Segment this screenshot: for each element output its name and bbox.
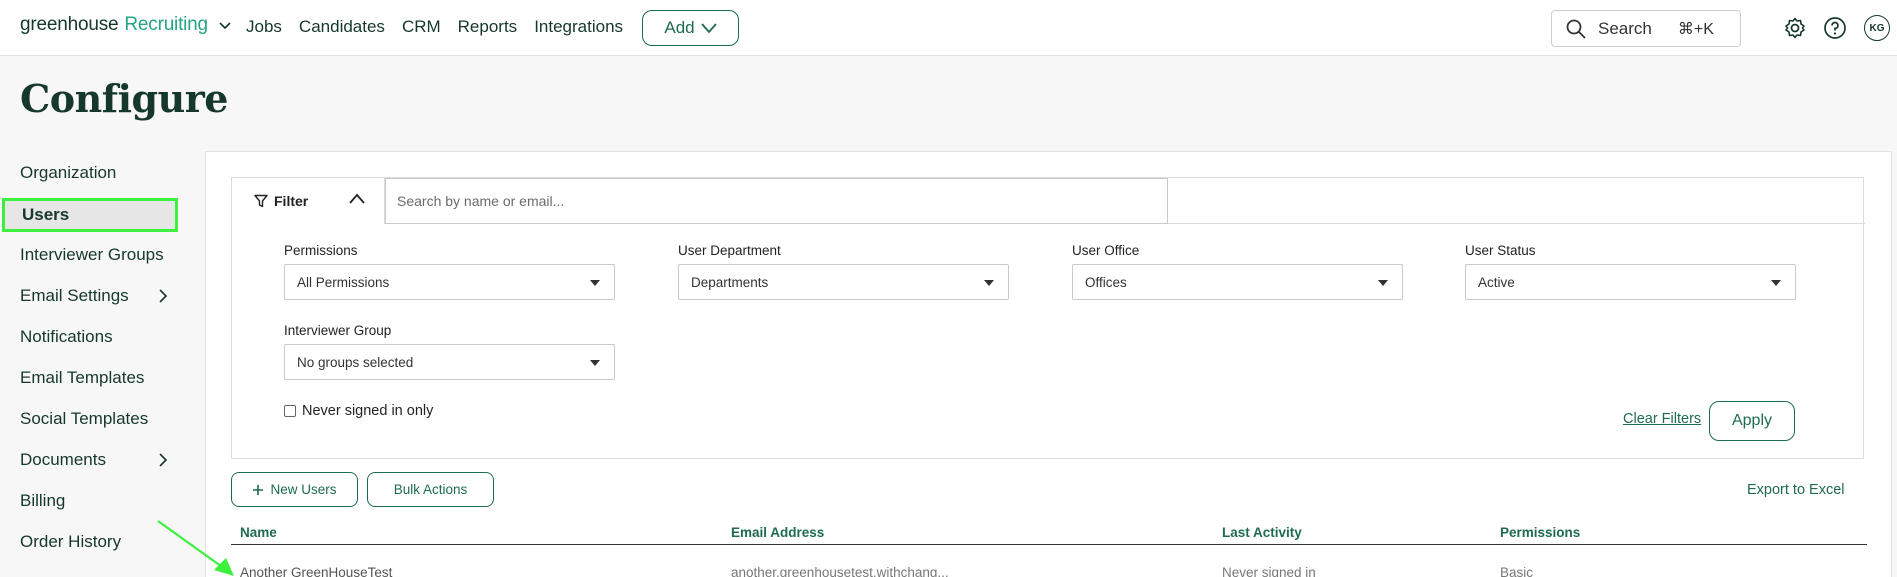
chevron-up-icon[interactable] bbox=[348, 192, 366, 206]
department-label: User Department bbox=[678, 243, 781, 258]
caret-down-icon bbox=[1771, 280, 1781, 286]
sidebar-item-billing[interactable]: Billing bbox=[0, 484, 180, 518]
sidebar-item-label: Documents bbox=[20, 450, 106, 469]
add-button-label: Add bbox=[664, 18, 695, 37]
bulk-actions-label: Bulk Actions bbox=[393, 482, 468, 497]
sidebar-item-documents[interactable]: Documents bbox=[0, 443, 180, 477]
interviewer-group-select[interactable]: No groups selected bbox=[284, 344, 615, 380]
never-signed-in-checkbox[interactable]: Never signed in only bbox=[284, 403, 433, 419]
sidebar-item-social-templates[interactable]: Social Templates bbox=[0, 402, 180, 436]
page-title: Configure bbox=[20, 76, 228, 121]
filter-divider bbox=[1168, 178, 1865, 224]
new-users-label: New Users bbox=[270, 482, 337, 497]
sidebar-item-label: Order History bbox=[20, 532, 122, 551]
sidebar-item-organization[interactable]: Organization bbox=[0, 156, 180, 190]
sidebar-item-label: Email Templates bbox=[20, 368, 145, 387]
search-input[interactable] bbox=[385, 178, 1168, 224]
sidebar-item-label: Notifications bbox=[20, 327, 113, 346]
search-icon bbox=[1566, 19, 1586, 39]
user-permissions: Basic bbox=[1500, 565, 1534, 577]
caret-down-icon bbox=[984, 280, 994, 286]
checkbox-box[interactable] bbox=[284, 405, 296, 417]
sidebar-item-label: Billing bbox=[20, 491, 66, 510]
department-value: Departments bbox=[691, 274, 769, 290]
user-name-link[interactable]: Another GreenHouseTest bbox=[240, 565, 392, 577]
search-label: Search bbox=[1598, 18, 1652, 38]
sidebar-item-label: Social Templates bbox=[20, 409, 149, 428]
users-panel: Filter Permissions All Permissions User … bbox=[205, 151, 1892, 577]
never-signed-in-label: Never signed in only bbox=[302, 403, 434, 419]
nav-integrations[interactable]: Integrations bbox=[534, 17, 623, 37]
main-nav: Jobs Candidates CRM Reports Integrations bbox=[246, 17, 640, 37]
add-button[interactable]: Add bbox=[642, 10, 739, 46]
apply-button[interactable]: Apply bbox=[1709, 401, 1795, 441]
permissions-value: All Permissions bbox=[297, 274, 390, 290]
search-shortcut: ⌘+K bbox=[1677, 20, 1714, 38]
help-icon[interactable] bbox=[1823, 16, 1847, 40]
logo-main-text: greenhouse bbox=[20, 14, 119, 35]
interviewer-group-label: Interviewer Group bbox=[284, 323, 392, 338]
plus-icon bbox=[253, 484, 264, 495]
sidebar-item-email-templates[interactable]: Email Templates bbox=[0, 361, 180, 395]
user-last-activity: Never signed in bbox=[1222, 565, 1316, 577]
caret-down-icon bbox=[590, 360, 600, 366]
chevron-down-icon[interactable] bbox=[218, 18, 232, 32]
nav-reports[interactable]: Reports bbox=[458, 17, 518, 37]
column-header-permissions[interactable]: Permissions bbox=[1500, 525, 1580, 540]
column-header-last-activity[interactable]: Last Activity bbox=[1222, 525, 1302, 540]
logo-product-text: Recruiting bbox=[124, 14, 208, 35]
office-value: Offices bbox=[1085, 274, 1127, 290]
avatar[interactable]: KG bbox=[1864, 15, 1890, 41]
sidebar-item-notifications[interactable]: Notifications bbox=[0, 320, 180, 354]
department-select[interactable]: Departments bbox=[678, 264, 1009, 300]
status-label: User Status bbox=[1465, 243, 1536, 258]
column-header-name[interactable]: Name bbox=[240, 525, 277, 540]
sidebar-item-label: Email Settings bbox=[20, 286, 129, 305]
filter-panel: Filter Permissions All Permissions User … bbox=[231, 177, 1865, 459]
filter-icon bbox=[254, 194, 268, 208]
nav-crm[interactable]: CRM bbox=[402, 17, 441, 37]
clear-filters-link[interactable]: Clear Filters bbox=[1623, 411, 1701, 427]
status-value: Active bbox=[1478, 274, 1515, 290]
sidebar-item-interviewer-groups[interactable]: Interviewer Groups bbox=[0, 238, 180, 272]
filter-tab-label: Filter bbox=[274, 193, 309, 209]
app-logo[interactable]: greenhouse Recruiting bbox=[20, 14, 232, 36]
new-users-button[interactable]: New Users bbox=[231, 472, 358, 507]
caret-down-icon bbox=[1378, 280, 1388, 286]
sidebar-item-email-settings[interactable]: Email Settings bbox=[0, 279, 180, 313]
column-header-email[interactable]: Email Address bbox=[731, 525, 824, 540]
office-select[interactable]: Offices bbox=[1072, 264, 1403, 300]
sidebar-item-label: Users bbox=[22, 205, 70, 224]
caret-down-icon bbox=[590, 280, 600, 286]
nav-candidates[interactable]: Candidates bbox=[299, 17, 385, 37]
chevron-down-icon bbox=[700, 23, 717, 34]
gear-icon[interactable] bbox=[1783, 16, 1807, 40]
export-to-excel-link[interactable]: Export to Excel bbox=[1747, 482, 1845, 498]
bulk-actions-button[interactable]: Bulk Actions bbox=[367, 472, 494, 507]
annotation-arrow-icon bbox=[157, 520, 234, 576]
chevron-right-icon bbox=[159, 453, 168, 467]
sidebar-item-users[interactable]: Users bbox=[2, 198, 178, 232]
permissions-select[interactable]: All Permissions bbox=[284, 264, 615, 300]
users-table-header: Name Email Address Last Activity Permiss… bbox=[231, 522, 1867, 545]
user-email: another.greenhousetest.withchang... bbox=[731, 565, 949, 577]
office-label: User Office bbox=[1072, 243, 1140, 258]
sidebar-item-label: Interviewer Groups bbox=[20, 245, 164, 264]
interviewer-group-value: No groups selected bbox=[297, 354, 414, 370]
permissions-label: Permissions bbox=[284, 243, 358, 258]
global-search[interactable]: Search ⌘+K bbox=[1551, 10, 1741, 47]
sidebar-item-label: Organization bbox=[20, 163, 117, 182]
status-select[interactable]: Active bbox=[1465, 264, 1796, 300]
filter-toggle[interactable]: Filter bbox=[232, 178, 385, 224]
chevron-right-icon bbox=[159, 289, 168, 303]
nav-jobs[interactable]: Jobs bbox=[246, 17, 282, 37]
top-navigation-bar: greenhouse Recruiting Jobs Candidates CR… bbox=[0, 0, 1897, 56]
